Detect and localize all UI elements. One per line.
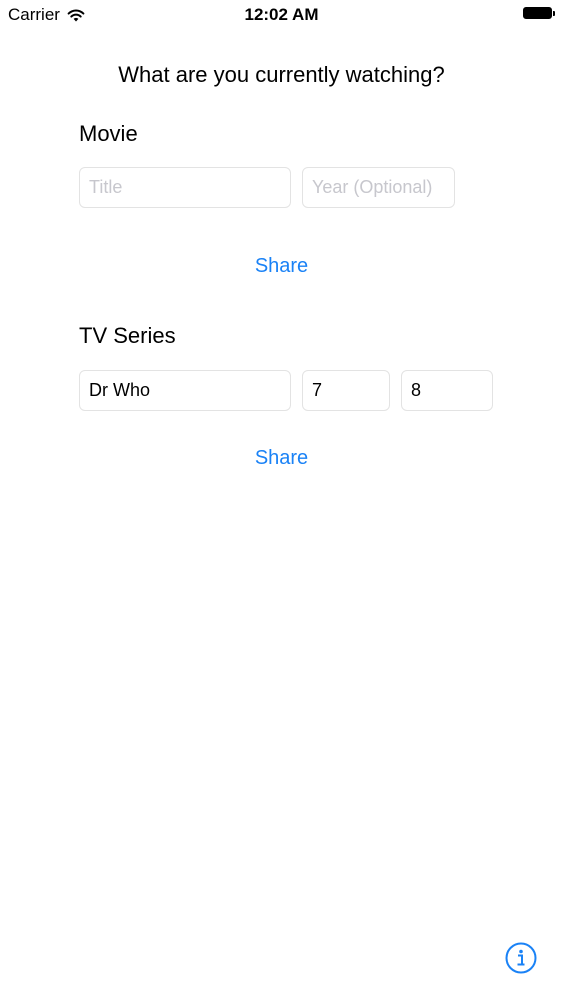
tv-series-section-label: TV Series <box>79 323 176 348</box>
info-button[interactable] <box>505 942 537 974</box>
status-bar: Carrier 12:02 AM <box>0 0 563 30</box>
battery-icon <box>523 7 555 19</box>
movie-title-input[interactable] <box>79 167 291 208</box>
movie-share-button[interactable]: Share <box>0 255 563 278</box>
movie-section-label: Movie <box>79 121 138 146</box>
clock: 12:02 AM <box>244 5 319 24</box>
tv-series-share-button[interactable]: Share <box>0 447 563 470</box>
tv-series-season-input[interactable] <box>302 370 390 411</box>
tv-series-title-input[interactable] <box>79 370 291 411</box>
tv-series-episode-input[interactable] <box>401 370 493 411</box>
page-title: What are you currently watching? <box>118 62 445 87</box>
movie-year-input[interactable] <box>302 167 455 208</box>
info-icon <box>505 942 537 974</box>
